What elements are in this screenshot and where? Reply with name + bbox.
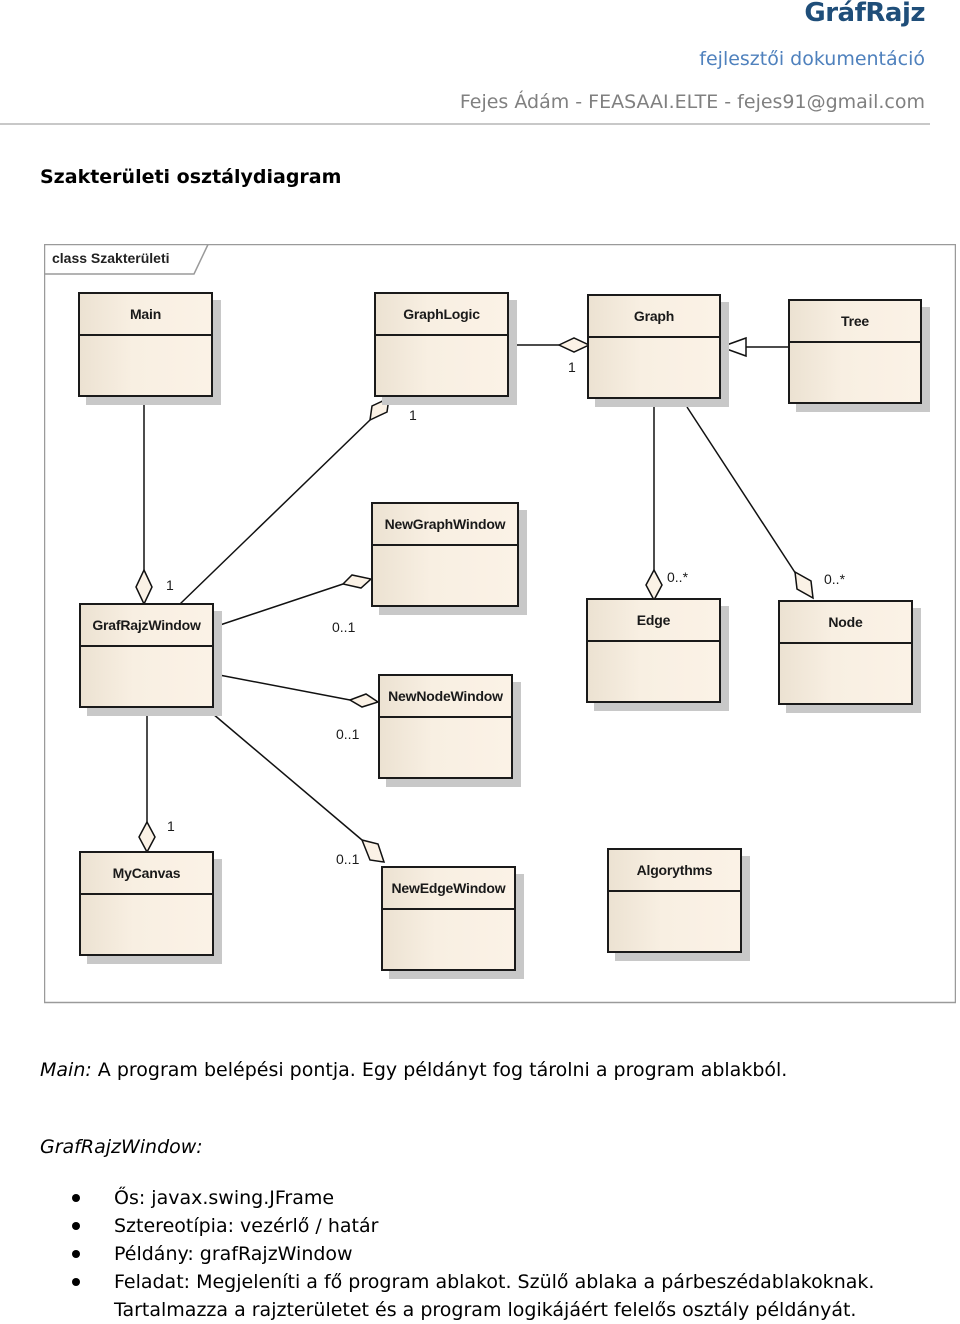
grafrajzwindow-bullet-list: Ős: javax.swing.JFrame Sztereotípia: vez… <box>72 1184 874 1324</box>
author-line: Fejes Ádám - FEASAAI.ELTE - fejes91@gmai… <box>459 91 925 113</box>
class-name: Graph <box>589 296 719 338</box>
multiplicity-label: 1 <box>409 407 417 423</box>
multiplicity-label: 1 <box>167 818 175 834</box>
document-subtitle: fejlesztői dokumentáció <box>699 48 925 70</box>
bullet-icon <box>72 1278 80 1286</box>
bullet-item: Ős: javax.swing.JFrame <box>72 1184 874 1212</box>
bullet-icon <box>72 1194 80 1202</box>
bullet-item: Sztereotípia: vezérlő / határ <box>72 1212 874 1240</box>
multiplicity-label: 0..1 <box>336 851 360 867</box>
class-name: NewNodeWindow <box>380 676 511 718</box>
bullet-item: Példány: grafRajzWindow <box>72 1240 874 1268</box>
main-description-text: A program belépési pontja. Egy példányt … <box>91 1059 788 1081</box>
document-title: GráfRajz <box>804 0 925 28</box>
aggregation-diamond-icon <box>645 568 663 602</box>
multiplicity-label: 1 <box>166 577 174 593</box>
header-divider <box>0 123 930 125</box>
multiplicity-label: 1 <box>568 359 576 375</box>
bullet-icon <box>72 1250 80 1258</box>
class-mycanvas[interactable]: MyCanvas <box>79 851 214 956</box>
aggregation-diamond-icon <box>369 396 390 422</box>
class-name: GrafRajzWindow <box>81 605 212 647</box>
class-newedgewindow[interactable]: NewEdgeWindow <box>381 866 516 971</box>
link-grafrajz-newgraph <box>213 583 344 628</box>
bullet-icon <box>72 1222 80 1230</box>
multiplicity-label: 0..1 <box>332 619 356 635</box>
class-name: Tree <box>790 301 920 343</box>
section-title: Szakterületi osztálydiagram <box>40 166 342 188</box>
class-name: Main <box>80 294 211 336</box>
main-description-label: Main: <box>40 1059 92 1081</box>
class-name: NewGraphWindow <box>373 504 517 546</box>
aggregation-diamond-icon <box>135 568 153 606</box>
class-diagram: class Szakterületi Main GraphLogic Graph… <box>44 244 956 1004</box>
class-grafrajzwindow[interactable]: GrafRajzWindow <box>79 603 214 708</box>
generalization-arrow-icon <box>718 336 747 358</box>
class-edge[interactable]: Edge <box>586 598 721 703</box>
class-tree[interactable]: Tree <box>788 299 922 404</box>
class-node[interactable]: Node <box>778 600 913 705</box>
class-name: Algorythms <box>609 850 740 892</box>
grafrajzwindow-label: GrafRajzWindow: <box>40 1136 203 1158</box>
aggregation-diamond-icon <box>341 574 373 589</box>
class-name: Node <box>780 602 911 644</box>
bullet-text-continuation: Tartalmazza a rajzterületet és a program… <box>114 1299 857 1321</box>
class-graph[interactable]: Graph <box>587 294 721 399</box>
bullet-item: Feladat: Megjeleníti a fő program ablako… <box>72 1268 874 1324</box>
bullet-text: Sztereotípia: vezérlő / határ <box>114 1215 379 1237</box>
aggregation-diamond-icon <box>138 820 156 854</box>
multiplicity-label: 0..* <box>667 569 689 585</box>
class-main[interactable]: Main <box>78 292 213 397</box>
aggregation-diamond-icon <box>794 570 814 600</box>
class-name: MyCanvas <box>81 853 212 895</box>
aggregation-diamond-icon <box>348 693 380 708</box>
link-grafrajz-graphlogic <box>179 419 371 605</box>
class-name: Edge <box>588 600 719 642</box>
aggregation-diamond-icon <box>360 838 386 863</box>
class-newgraphwindow[interactable]: NewGraphWindow <box>371 502 519 607</box>
bullet-text: Példány: grafRajzWindow <box>114 1243 353 1265</box>
link-grafrajz-newnode <box>213 673 351 701</box>
class-algorythms[interactable]: Algorythms <box>607 848 742 953</box>
link-graph-node <box>686 406 797 575</box>
main-description: Main: A program belépési pontja. Egy pél… <box>40 1059 787 1081</box>
class-graphlogic[interactable]: GraphLogic <box>374 292 509 397</box>
multiplicity-label: 0..* <box>824 571 846 587</box>
class-newnodewindow[interactable]: NewNodeWindow <box>378 674 513 779</box>
grafrajzwindow-heading: GrafRajzWindow: <box>40 1136 203 1158</box>
class-name: NewEdgeWindow <box>383 868 514 910</box>
diagram-frame-label: class Szakterületi <box>52 250 170 266</box>
class-name: GraphLogic <box>376 294 507 336</box>
bullet-text: Ős: javax.swing.JFrame <box>114 1187 335 1209</box>
bullet-text: Feladat: Megjeleníti a fő program ablako… <box>114 1271 875 1293</box>
multiplicity-label: 0..1 <box>336 726 360 742</box>
aggregation-diamond-icon <box>557 337 591 353</box>
